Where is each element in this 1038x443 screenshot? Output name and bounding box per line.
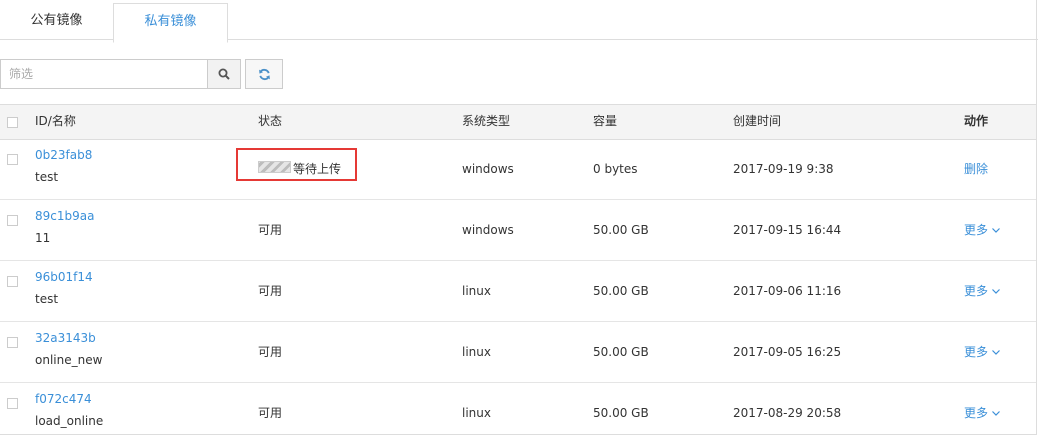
refresh-button[interactable]	[245, 59, 283, 89]
image-id-link[interactable]: 96b01f14	[35, 270, 93, 284]
table-row: 32a3143b online_new 可用 linux 50.00 GB 20…	[0, 322, 1036, 383]
more-actions-dropdown[interactable]: 更多	[964, 383, 1000, 443]
column-header-status: 状态	[258, 114, 283, 128]
more-label: 更多	[964, 345, 989, 359]
more-actions-dropdown[interactable]: 更多	[964, 261, 1000, 321]
os-type: linux	[462, 284, 491, 298]
os-type: windows	[462, 223, 514, 237]
delete-link[interactable]: 删除	[964, 139, 988, 199]
image-name: load_online	[35, 414, 104, 428]
table-row: 0b23fab8 test 等待上传 windows 0 bytes 2017-…	[0, 139, 1036, 200]
image-id-link[interactable]: 89c1b9aa	[35, 209, 94, 223]
column-header-capacity: 容量	[593, 114, 618, 128]
os-type: linux	[462, 345, 491, 359]
more-actions-dropdown[interactable]: 更多	[964, 322, 1000, 382]
image-id-link[interactable]: f072c474	[35, 392, 92, 406]
created-time: 2017-08-29 20:58	[733, 406, 842, 420]
column-header-os-type: 系统类型	[462, 114, 511, 128]
capacity: 50.00 GB	[593, 284, 649, 298]
tab-private-images[interactable]: 私有镜像	[113, 3, 228, 43]
more-actions-dropdown[interactable]: 更多	[964, 200, 1000, 260]
image-name: test	[35, 170, 59, 184]
tab-bar: 公有镜像 私有镜像	[0, 0, 1038, 43]
filter-input[interactable]	[0, 59, 207, 89]
row-checkbox[interactable]	[7, 154, 18, 165]
capacity: 50.00 GB	[593, 406, 649, 420]
row-checkbox[interactable]	[7, 276, 18, 287]
created-time: 2017-09-05 16:25	[733, 345, 842, 359]
status-text: 可用	[258, 345, 283, 359]
column-header-action: 动作	[964, 114, 989, 128]
chevron-down-icon	[992, 228, 1000, 233]
os-type: linux	[462, 406, 491, 420]
chevron-down-icon	[992, 411, 1000, 416]
created-time: 2017-09-19 9:38	[733, 162, 834, 176]
image-name: 11	[35, 231, 51, 245]
created-time: 2017-09-06 11:16	[733, 284, 842, 298]
row-checkbox[interactable]	[7, 337, 18, 348]
image-name: online_new	[35, 353, 103, 367]
created-time: 2017-09-15 16:44	[733, 223, 842, 237]
capacity: 50.00 GB	[593, 345, 649, 359]
image-id-link[interactable]: 0b23fab8	[35, 148, 92, 162]
os-type: windows	[462, 162, 514, 176]
capacity: 50.00 GB	[593, 223, 649, 237]
status-highlight-box	[236, 148, 357, 181]
image-name: test	[35, 292, 59, 306]
image-id-link[interactable]: 32a3143b	[35, 331, 96, 345]
column-header-id-name: ID/名称	[35, 114, 76, 128]
filter-group	[0, 59, 241, 89]
table-row: 96b01f14 test 可用 linux 50.00 GB 2017-09-…	[0, 261, 1036, 322]
status-text: 可用	[258, 223, 283, 237]
search-button[interactable]	[207, 59, 241, 89]
refresh-icon	[258, 68, 270, 80]
search-icon	[218, 68, 230, 80]
more-label: 更多	[964, 406, 989, 420]
select-all-checkbox[interactable]	[7, 117, 18, 128]
table-header: ID/名称 状态 系统类型 容量 创建时间 动作	[0, 104, 1036, 140]
table-row: f072c474 load_online 可用 linux 50.00 GB 2…	[0, 383, 1036, 443]
row-checkbox[interactable]	[7, 215, 18, 226]
capacity: 0 bytes	[593, 162, 638, 176]
tab-public-images[interactable]: 公有镜像	[0, 0, 113, 38]
status-text: 可用	[258, 406, 283, 420]
row-checkbox[interactable]	[7, 398, 18, 409]
chevron-down-icon	[992, 289, 1000, 294]
chevron-down-icon	[992, 350, 1000, 355]
more-label: 更多	[964, 284, 989, 298]
table-row: 89c1b9aa 11 可用 windows 50.00 GB 2017-09-…	[0, 200, 1036, 261]
status-text: 可用	[258, 284, 283, 298]
column-header-created: 创建时间	[733, 114, 782, 128]
more-label: 更多	[964, 223, 989, 237]
